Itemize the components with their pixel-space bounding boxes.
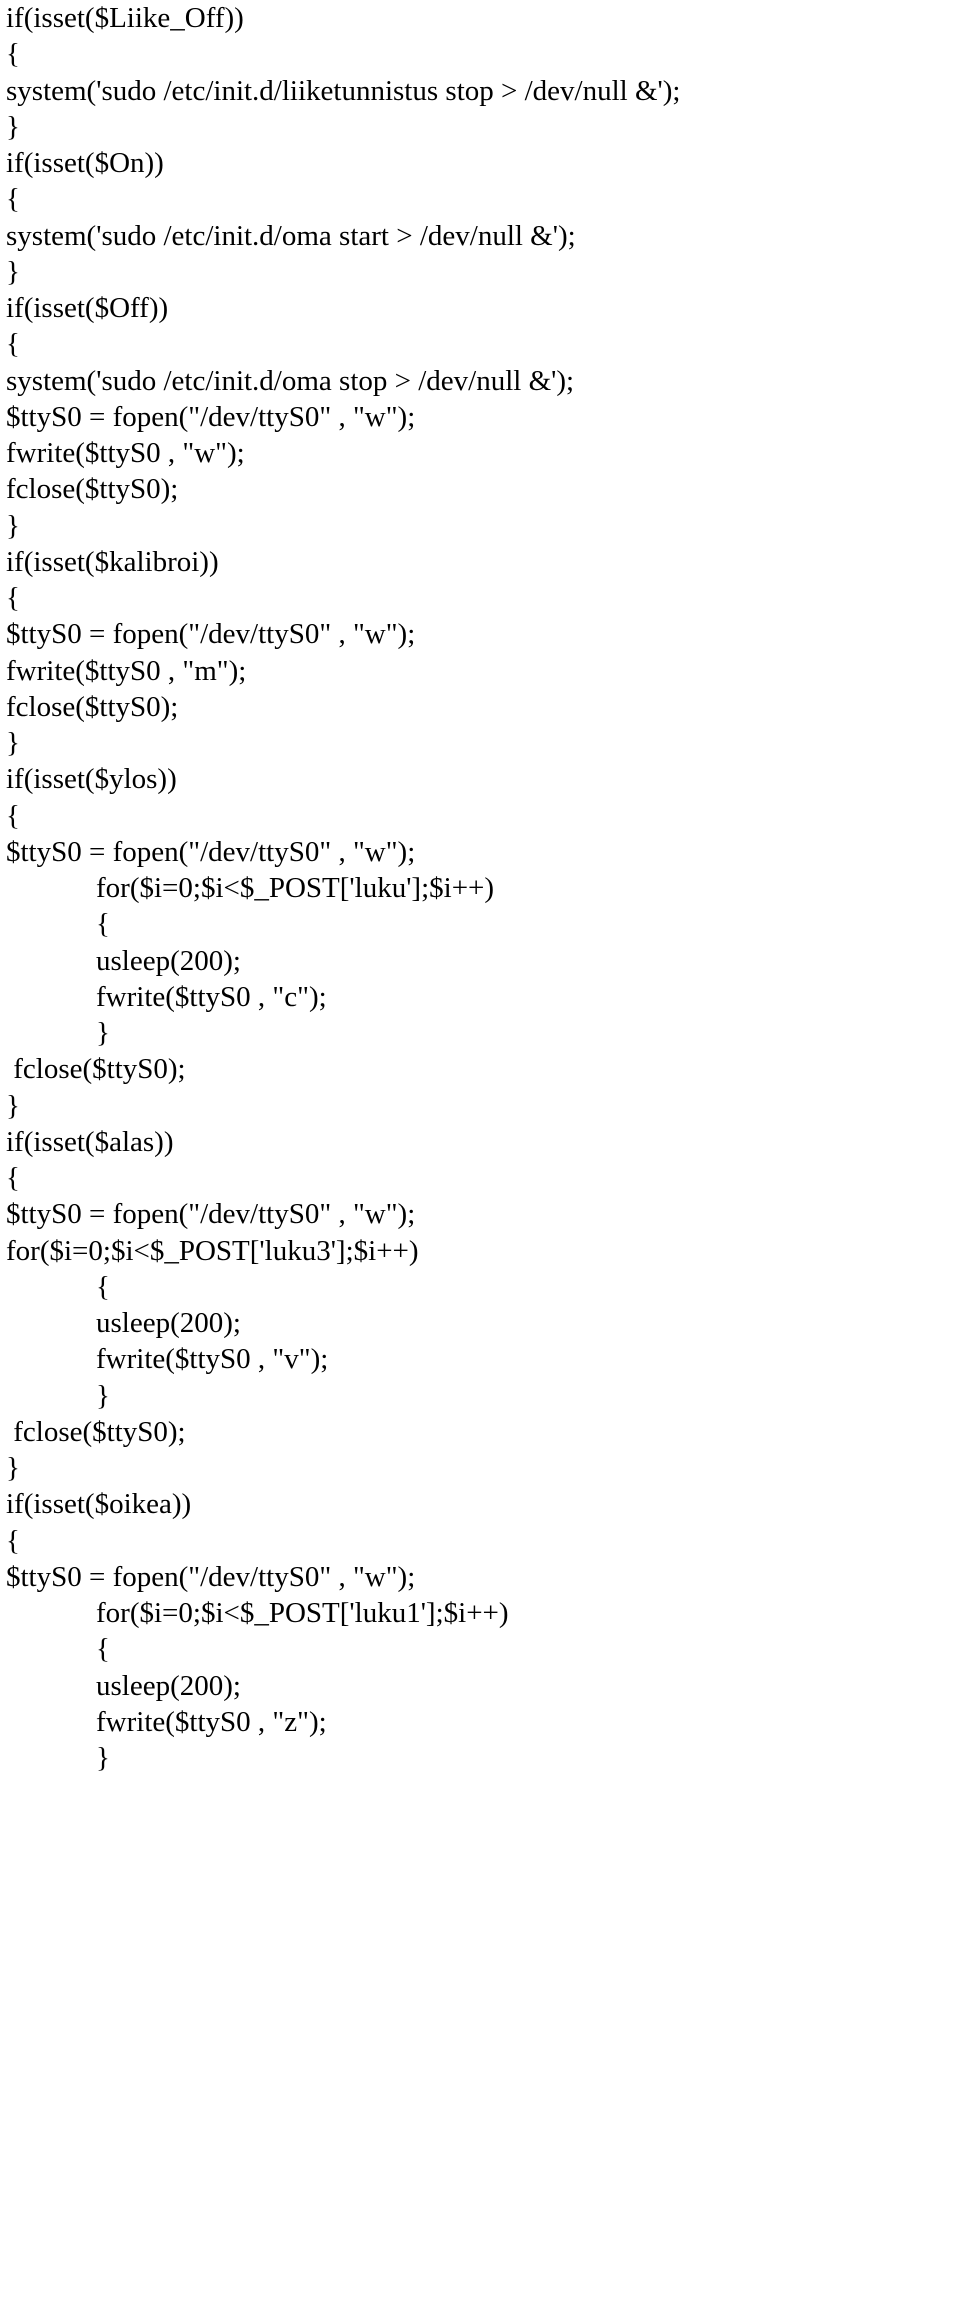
code-line: $ttyS0 = fopen("/dev/ttyS0" , "w"); [6, 616, 954, 652]
code-line: { [6, 798, 954, 834]
code-line: } [6, 1450, 954, 1486]
code-line: { [6, 1523, 954, 1559]
code-line: { [6, 580, 954, 616]
code-line: if(isset($oikea)) [6, 1486, 954, 1522]
code-line: } [6, 1740, 954, 1776]
code-line: fwrite($ttyS0 , "w"); [6, 435, 954, 471]
code-line: usleep(200); [6, 1668, 954, 1704]
code-line: { [6, 1631, 954, 1667]
code-line: $ttyS0 = fopen("/dev/ttyS0" , "w"); [6, 1196, 954, 1232]
code-line: fclose($ttyS0); [6, 1051, 954, 1087]
code-page: if(isset($Liike_Off)){system('sudo /etc/… [0, 0, 960, 2315]
code-line: system('sudo /etc/init.d/oma stop > /dev… [6, 363, 954, 399]
code-line: } [6, 254, 954, 290]
code-line: fwrite($ttyS0 , "c"); [6, 979, 954, 1015]
code-line: } [6, 109, 954, 145]
code-line: $ttyS0 = fopen("/dev/ttyS0" , "w"); [6, 834, 954, 870]
code-line: { [6, 906, 954, 942]
code-line: { [6, 1269, 954, 1305]
code-line: } [6, 1015, 954, 1051]
code-line: $ttyS0 = fopen("/dev/ttyS0" , "w"); [6, 1559, 954, 1595]
code-line: usleep(200); [6, 943, 954, 979]
code-line: $ttyS0 = fopen("/dev/ttyS0" , "w"); [6, 399, 954, 435]
code-line: } [6, 508, 954, 544]
code-line: { [6, 326, 954, 362]
code-line: for($i=0;$i<$_POST['luku1'];$i++) [6, 1595, 954, 1631]
code-line: system('sudo /etc/init.d/liiketunnistus … [6, 73, 954, 109]
code-line: } [6, 725, 954, 761]
code-line: fwrite($ttyS0 , "m"); [6, 653, 954, 689]
code-line: { [6, 1160, 954, 1196]
code-line: if(isset($kalibroi)) [6, 544, 954, 580]
code-line: { [6, 36, 954, 72]
code-line: if(isset($ylos)) [6, 761, 954, 797]
code-line: if(isset($On)) [6, 145, 954, 181]
code-line: fclose($ttyS0); [6, 471, 954, 507]
code-line: if(isset($Off)) [6, 290, 954, 326]
code-line: } [6, 1378, 954, 1414]
code-line: fclose($ttyS0); [6, 689, 954, 725]
code-line: fwrite($ttyS0 , "v"); [6, 1341, 954, 1377]
code-line: system('sudo /etc/init.d/oma start > /de… [6, 218, 954, 254]
code-line: fwrite($ttyS0 , "z"); [6, 1704, 954, 1740]
code-line: } [6, 1088, 954, 1124]
code-line: if(isset($Liike_Off)) [6, 0, 954, 36]
code-line: if(isset($alas)) [6, 1124, 954, 1160]
code-line: fclose($ttyS0); [6, 1414, 954, 1450]
code-line: usleep(200); [6, 1305, 954, 1341]
code-line: { [6, 181, 954, 217]
code-line: for($i=0;$i<$_POST['luku3'];$i++) [6, 1233, 954, 1269]
code-line: for($i=0;$i<$_POST['luku'];$i++) [6, 870, 954, 906]
